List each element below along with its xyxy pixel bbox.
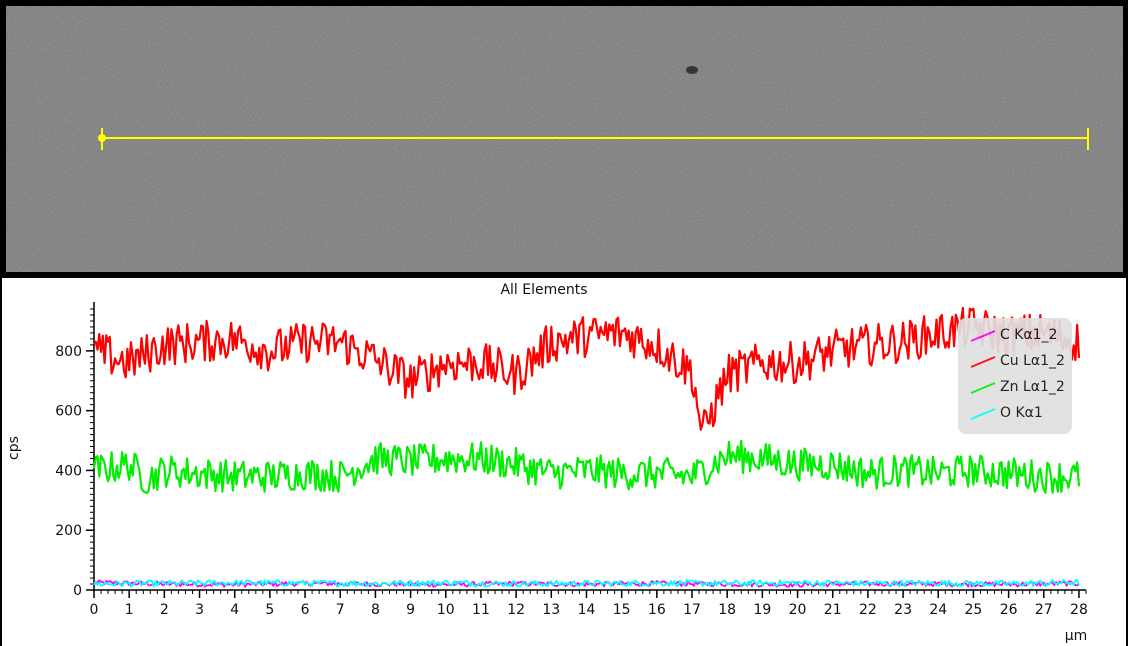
x-tick-label: 21 (824, 602, 842, 618)
x-tick-label: 25 (965, 602, 983, 618)
x-tick-label: 28 (1070, 602, 1088, 618)
legend-label-zn: Zn Lα1_2 (1000, 379, 1065, 395)
x-tick-label: 18 (718, 602, 736, 618)
x-tick-label: 22 (859, 602, 877, 618)
x-tick-label: 19 (753, 602, 771, 618)
x-tick-label: 15 (613, 602, 631, 618)
x-tick-label: 10 (437, 602, 455, 618)
legend-label-cu: Cu Lα1_2 (1000, 353, 1065, 369)
y-tick-label: 0 (73, 583, 82, 599)
x-tick-label: 8 (371, 602, 380, 618)
legend-label-o: O Kα1 (1000, 405, 1043, 421)
y-tick-label: 600 (55, 404, 82, 420)
x-tick-label: 0 (90, 602, 99, 618)
x-tick-label: 4 (230, 602, 239, 618)
x-tick-label: 20 (789, 602, 807, 618)
chart-title: All Elements (500, 282, 587, 298)
y-axis-label: cps (6, 436, 22, 460)
x-tick-label: 24 (929, 602, 947, 618)
legend-swatch-c (970, 330, 996, 342)
x-tick-label: 11 (472, 602, 490, 618)
sem-image-panel (6, 6, 1123, 272)
x-tick-label: 6 (301, 602, 310, 618)
x-tick-label: 14 (578, 602, 596, 618)
x-tick-label: 26 (1000, 602, 1018, 618)
legend-label-c: C Kα1_2 (1000, 327, 1058, 343)
x-tick-label: 7 (336, 602, 345, 618)
legend-item-cu[interactable]: Cu Lα1_2 (970, 352, 1070, 372)
legend-item-o[interactable]: O Kα1 (970, 404, 1070, 424)
x-tick-label: 2 (160, 602, 169, 618)
x-axis-label: µm (1065, 628, 1088, 644)
chart-legend: C Kα1_2 Cu Lα1_2 Zn Lα1_2 O Kα1 (958, 318, 1072, 434)
series-line-zn (92, 439, 1081, 495)
x-tick-label: 23 (894, 602, 912, 618)
plot-lines (92, 306, 1081, 588)
x-tick-label: 17 (683, 602, 701, 618)
x-tick-label: 3 (195, 602, 204, 618)
x-tick-label: 5 (265, 602, 274, 618)
y-tick-label: 200 (55, 523, 82, 539)
x-tick-label: 12 (507, 602, 525, 618)
legend-swatch-zn (970, 382, 996, 394)
sem-image (6, 6, 1123, 272)
y-tick-label: 400 (55, 463, 82, 479)
x-tick-label: 16 (648, 602, 666, 618)
legend-item-zn[interactable]: Zn Lα1_2 (970, 378, 1070, 398)
x-tick-label: 27 (1035, 602, 1053, 618)
legend-swatch-o (970, 408, 996, 420)
legend-item-c[interactable]: C Kα1_2 (970, 326, 1070, 346)
x-tick-label: 9 (406, 602, 415, 618)
series-line-cu (93, 306, 1081, 431)
x-tick-label: 13 (542, 602, 560, 618)
x-tick-label: 1 (125, 602, 134, 618)
legend-swatch-cu (970, 356, 996, 368)
y-tick-label: 800 (55, 344, 82, 360)
